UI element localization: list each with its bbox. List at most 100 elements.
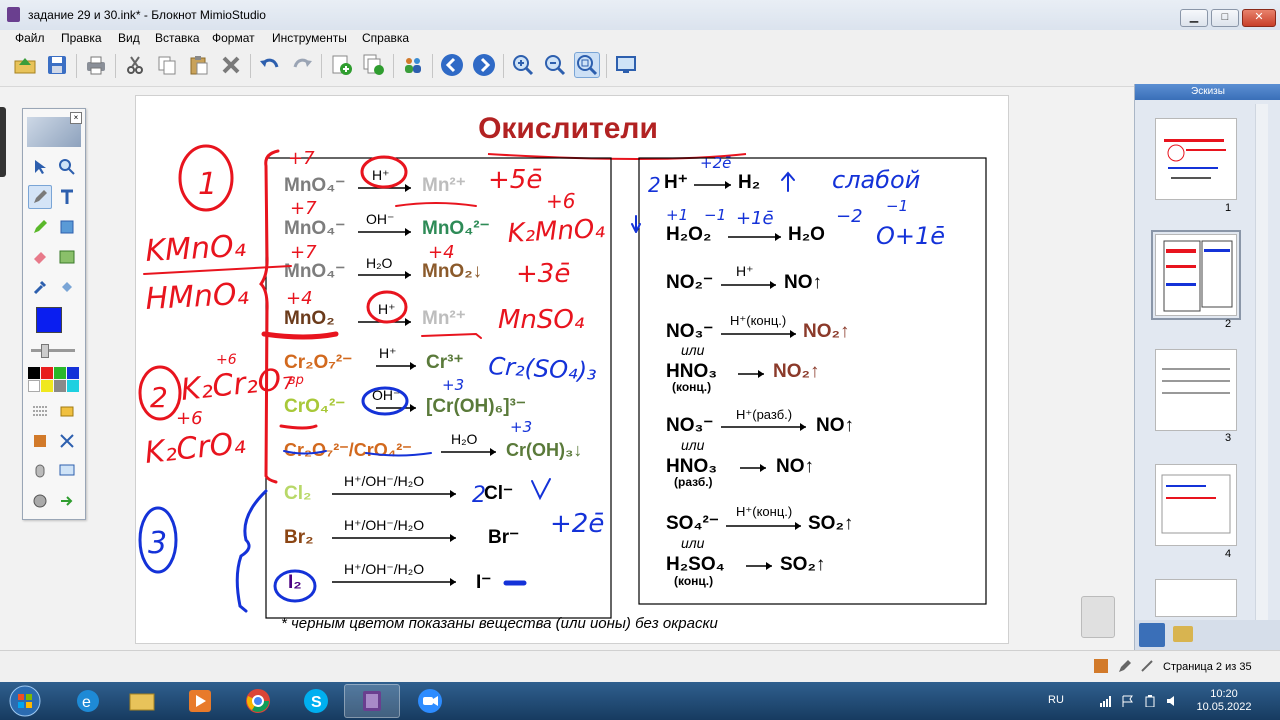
- thumbnails-tab-icon[interactable]: [1139, 623, 1165, 647]
- new-page-icon[interactable]: [329, 52, 355, 78]
- users-icon[interactable]: [400, 52, 426, 78]
- thumbnail-1[interactable]: [1155, 118, 1237, 200]
- page-indicator: Страница 2 из 35: [1163, 661, 1252, 673]
- menu-file[interactable]: Файл: [15, 31, 45, 45]
- flag-icon[interactable]: [1122, 694, 1134, 707]
- recorder-tool-icon[interactable]: [28, 429, 52, 453]
- media-icon[interactable]: [172, 684, 228, 718]
- palette-settings-icon[interactable]: [28, 489, 52, 513]
- hw-blue-14: 2: [472, 483, 486, 508]
- hw-red-13: +4: [428, 242, 455, 263]
- zoom-out-icon[interactable]: [542, 52, 568, 78]
- fill-tool-icon[interactable]: [55, 275, 79, 299]
- network-icon[interactable]: [1100, 694, 1112, 707]
- chrome-icon[interactable]: [230, 684, 286, 718]
- current-color-swatch[interactable]: [36, 307, 62, 333]
- shape-tool-icon[interactable]: [55, 215, 79, 239]
- explorer-icon[interactable]: [114, 684, 170, 718]
- tools-extra-icon[interactable]: [55, 429, 79, 453]
- language-indicator[interactable]: RU: [1048, 694, 1064, 706]
- pen-tool-icon[interactable]: [28, 185, 52, 209]
- thumbnail-2[interactable]: [1151, 230, 1241, 320]
- hw-blue-0: 3: [148, 526, 167, 561]
- screen-icon[interactable]: [613, 52, 639, 78]
- hw-blue-2: +3: [442, 376, 464, 394]
- skype-icon[interactable]: S: [288, 684, 344, 718]
- right-sub-4: (конц.): [672, 380, 711, 394]
- line-style-icon[interactable]: [28, 399, 52, 423]
- zoom-icon[interactable]: [402, 684, 458, 718]
- save-icon[interactable]: [44, 52, 70, 78]
- redo-icon[interactable]: [289, 52, 315, 78]
- status-pen-icon[interactable]: [1118, 659, 1132, 673]
- forward-icon[interactable]: [471, 52, 497, 78]
- zoom-in-icon[interactable]: [510, 52, 536, 78]
- thumbnail-4[interactable]: [1155, 464, 1237, 546]
- line-width-slider[interactable]: [31, 349, 75, 352]
- mouse-tool-icon[interactable]: [28, 459, 52, 483]
- menu-edit[interactable]: Правка: [61, 31, 102, 45]
- eyedropper-tool-icon[interactable]: [28, 275, 52, 299]
- palette-close-button[interactable]: ×: [70, 112, 82, 124]
- stamp-tool-icon[interactable]: [55, 399, 79, 423]
- red-annotation-text: 1 KMnO₄ HMnO₄ 2 K₂Cr₂O₇ K₂CrO₄ +7 +7 +7 …: [143, 148, 606, 471]
- svg-text:e: e: [82, 694, 91, 711]
- start-button[interactable]: [2, 683, 48, 719]
- text-tool-icon[interactable]: [55, 185, 79, 209]
- color-palette[interactable]: [28, 367, 80, 393]
- window-title: задание 29 и 30.ink* - Блокнот MimioStud…: [28, 8, 266, 22]
- menu-help[interactable]: Справка: [362, 31, 409, 45]
- right-from-6: HNO₃: [666, 456, 717, 477]
- slide-page[interactable]: Окислители MnO₄⁻ H⁺ Mn²⁺ MnO₄⁻ OH⁻ MnO₄²…: [135, 95, 1115, 644]
- maximize-button[interactable]: □: [1211, 9, 1239, 27]
- menu-view[interactable]: Вид: [118, 31, 140, 45]
- trash-icon[interactable]: [1081, 596, 1115, 638]
- thumbnail-3[interactable]: [1155, 349, 1237, 431]
- open-icon[interactable]: [12, 52, 38, 78]
- clock[interactable]: 10:20 10.05.2022: [1196, 688, 1252, 714]
- left-cond-9: H⁺/OH⁻/H₂O: [344, 561, 424, 577]
- undo-icon[interactable]: [257, 52, 283, 78]
- status-bar: Страница 2 из 35: [0, 650, 1280, 683]
- select-tool-icon[interactable]: [28, 155, 52, 179]
- battery-icon[interactable]: [1144, 694, 1156, 708]
- ili-1: или: [681, 342, 705, 358]
- zoom-tool-icon[interactable]: [55, 155, 79, 179]
- left-cond-3: H⁺: [378, 301, 396, 317]
- print-icon[interactable]: [83, 52, 109, 78]
- delete-icon[interactable]: [218, 52, 244, 78]
- right-sub-8: (конц.): [674, 574, 713, 588]
- menu-format[interactable]: Формат: [212, 31, 255, 45]
- close-button[interactable]: ✕: [1242, 9, 1276, 27]
- menu-insert[interactable]: Вставка: [155, 31, 200, 45]
- right-cond-3: H⁺(конц.): [730, 313, 786, 328]
- eraser-tool-icon[interactable]: [28, 245, 52, 269]
- mimio-icon[interactable]: [344, 684, 400, 718]
- thumbnail-5[interactable]: [1155, 579, 1237, 617]
- left-cond-7: H⁺/OH⁻/H₂O: [344, 473, 424, 489]
- status-tools-icon[interactable]: [1140, 659, 1154, 673]
- app-icon: [7, 7, 20, 22]
- volume-icon[interactable]: [1166, 694, 1178, 706]
- status-recorder-icon[interactable]: [1094, 659, 1108, 673]
- gallery-tab-icon[interactable]: [1173, 626, 1193, 642]
- copy-icon[interactable]: [154, 52, 180, 78]
- slide-content: Окислители MnO₄⁻ H⁺ Mn²⁺ MnO₄⁻ OH⁻ MnO₄²…: [138, 112, 987, 632]
- left-edge-tab[interactable]: [0, 107, 6, 177]
- zoom-fit-icon[interactable]: [574, 52, 600, 78]
- duplicate-page-icon[interactable]: [361, 52, 387, 78]
- palette-export-icon[interactable]: [55, 489, 79, 513]
- menu-tools[interactable]: Инструменты: [272, 31, 347, 45]
- ie-icon[interactable]: e: [60, 684, 116, 718]
- line-width-handle[interactable]: [41, 344, 49, 358]
- paste-icon[interactable]: [186, 52, 212, 78]
- thumbnail-scrollbar[interactable]: [1255, 104, 1268, 634]
- cut-icon[interactable]: [122, 52, 148, 78]
- left-cond-8: H⁺/OH⁻/H₂O: [344, 517, 424, 533]
- image-tool-icon[interactable]: [55, 245, 79, 269]
- minimize-button[interactable]: ▁: [1180, 9, 1208, 27]
- hw-blue-13: 2: [648, 173, 661, 197]
- highlighter-tool-icon[interactable]: [28, 215, 52, 239]
- screen-tool-icon[interactable]: [55, 459, 79, 483]
- back-icon[interactable]: [439, 52, 465, 78]
